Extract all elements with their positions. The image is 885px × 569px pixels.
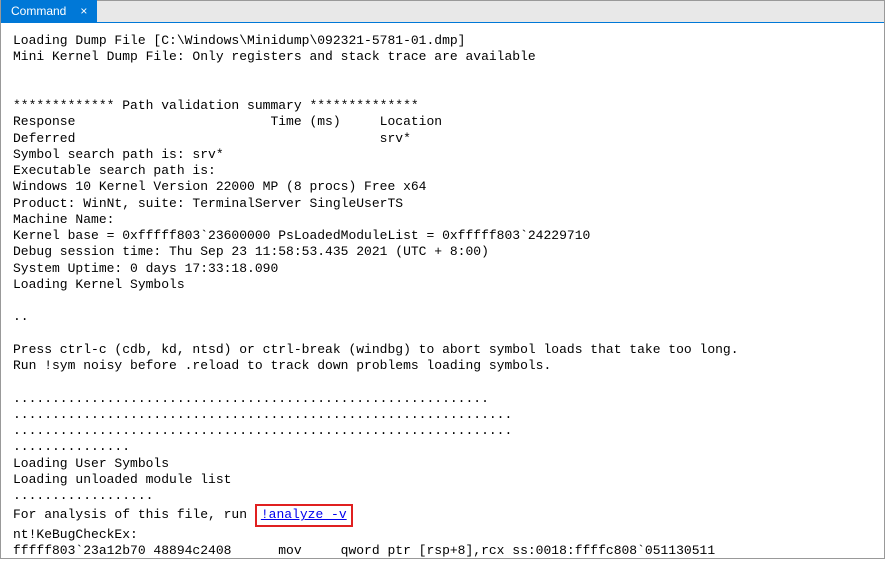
tab-title: Command — [11, 4, 66, 18]
tab-command[interactable]: Command × — [1, 0, 97, 22]
tab-bar: Command × — [1, 1, 884, 23]
analyze-highlight: !analyze -v — [255, 504, 353, 526]
output-line: For analysis of this file, run — [13, 507, 255, 522]
output-line: Executable search path is: — [13, 163, 216, 178]
output-line: Mini Kernel Dump File: Only registers an… — [13, 49, 536, 64]
output-line: System Uptime: 0 days 17:33:18.090 — [13, 261, 278, 276]
output-line: .. — [13, 309, 29, 324]
analyze-command-link[interactable]: !analyze -v — [261, 507, 347, 522]
output-line: ........................................… — [13, 407, 512, 422]
output-line: Deferred srv* — [13, 131, 411, 146]
output-line: ............... — [13, 439, 130, 454]
output-line: Response Time (ms) Location — [13, 114, 442, 129]
output-line: ........................................… — [13, 391, 489, 406]
output-line: .................. — [13, 488, 153, 503]
output-line: nt!KeBugCheckEx: — [13, 527, 138, 542]
output-line: Kernel base = 0xfffff803`23600000 PsLoad… — [13, 228, 590, 243]
output-line: Product: WinNt, suite: TerminalServer Si… — [13, 196, 403, 211]
output-line: Loading Kernel Symbols — [13, 277, 185, 292]
output-line: Windows 10 Kernel Version 22000 MP (8 pr… — [13, 179, 426, 194]
output-line: Press ctrl-c (cdb, kd, ntsd) or ctrl-bre… — [13, 342, 739, 357]
output-line: Debug session time: Thu Sep 23 11:58:53.… — [13, 244, 489, 259]
output-line: Loading User Symbols — [13, 456, 169, 471]
output-line: Run !sym noisy before .reload to track d… — [13, 358, 551, 373]
output-line: Loading unloaded module list — [13, 472, 231, 487]
output-line: fffff803`23a12b70 48894c2408 mov qword p… — [13, 543, 715, 558]
output-line: ........................................… — [13, 423, 512, 438]
output-line: Symbol search path is: srv* — [13, 147, 224, 162]
close-icon[interactable]: × — [80, 4, 87, 18]
output-line: Machine Name: — [13, 212, 114, 227]
output-line: Loading Dump File [C:\Windows\Minidump\0… — [13, 33, 465, 48]
output-line: ************* Path validation summary **… — [13, 98, 419, 113]
console-output[interactable]: Loading Dump File [C:\Windows\Minidump\0… — [1, 23, 884, 569]
